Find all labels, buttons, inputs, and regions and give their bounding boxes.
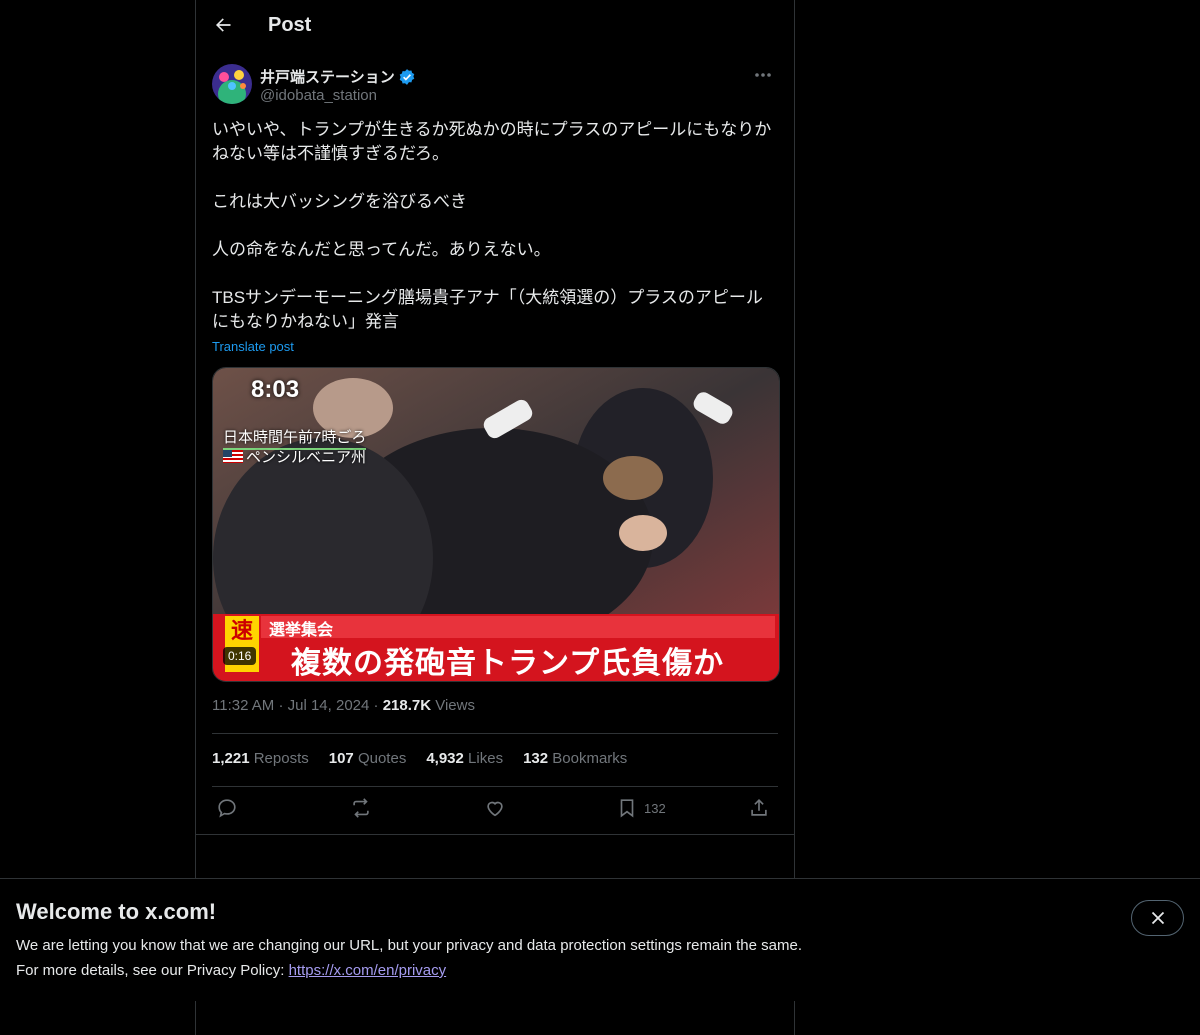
- more-horizontal-icon: [755, 73, 771, 77]
- video-location-text: ペンシルベニア州: [246, 449, 367, 466]
- reply-icon: [218, 799, 236, 818]
- video-location-caption: ペンシルベニア州: [223, 446, 366, 467]
- notice-body: We are letting you know that we are chan…: [16, 937, 802, 954]
- meta-separator: ·: [278, 697, 284, 714]
- post-meta: 11:32 AM · Jul 14, 2024 · 218.7K Views: [212, 697, 475, 714]
- close-icon: [1151, 911, 1164, 925]
- heart-icon: [487, 801, 503, 817]
- post-text: いやいや、トランプが生きるか死ぬかの時にプラスのアピールにもなりかねない等は不謹…: [212, 120, 772, 331]
- back-button[interactable]: [206, 8, 240, 42]
- translate-post-link[interactable]: Translate post: [212, 339, 294, 354]
- author-display-name[interactable]: 井戸端ステーション: [260, 66, 395, 87]
- repost-icon: [353, 798, 369, 818]
- repost-button[interactable]: [350, 797, 372, 819]
- likes-stat[interactable]: 4,932 Likes: [426, 750, 503, 767]
- video-duration-badge: 0:16: [223, 647, 257, 665]
- bookmark-button[interactable]: 132: [616, 797, 666, 819]
- avatar-image: [212, 64, 252, 104]
- quotes-stat[interactable]: 107 Quotes: [329, 750, 407, 767]
- post-actions: 132: [212, 797, 778, 825]
- us-flag-icon: [223, 450, 243, 463]
- reposts-stat[interactable]: 1,221 Reposts: [212, 750, 309, 767]
- bookmarks-stat[interactable]: 132 Bookmarks: [523, 750, 627, 767]
- privacy-policy-link[interactable]: https://x.com/en/privacy: [289, 962, 447, 979]
- bookmark-icon: [620, 799, 634, 818]
- divider: [196, 834, 794, 835]
- close-notice-button[interactable]: [1131, 900, 1184, 936]
- verified-badge-icon: [399, 68, 414, 85]
- bookmark-count: 132: [644, 800, 666, 816]
- meta-separator: ·: [373, 697, 379, 714]
- avatar[interactable]: [212, 64, 252, 104]
- post-author: 井戸端ステーション @idobata_station: [212, 64, 778, 108]
- author-handle[interactable]: @idobata_station: [260, 87, 377, 104]
- notice-title: Welcome to x.com!: [16, 899, 217, 924]
- reply-button[interactable]: [216, 797, 238, 819]
- page-title: Post: [268, 14, 312, 36]
- like-button[interactable]: [484, 797, 506, 819]
- views-label: Views: [435, 697, 475, 714]
- divider: [212, 733, 778, 734]
- video-clock-overlay: 8:03: [251, 376, 300, 403]
- share-icon: [751, 799, 767, 816]
- header: Post: [196, 0, 794, 53]
- notice-privacy-prefix: For more details, see our Privacy Policy…: [16, 962, 289, 979]
- post-video[interactable]: 8:03 日本時間午前7時ごろ ペンシルベニア州 速 選挙集会 複数の発砲音トラ…: [212, 367, 780, 682]
- more-options-button[interactable]: [748, 64, 778, 86]
- post-date[interactable]: Jul 14, 2024: [288, 697, 370, 714]
- views-count: 218.7K: [382, 697, 432, 714]
- divider: [212, 786, 778, 787]
- arrow-left-icon: [216, 18, 231, 32]
- url-change-notice: Welcome to x.com! We are letting you kno…: [0, 878, 1200, 1001]
- post-stats: 1,221 Reposts 107 Quotes 4,932 Likes 132…: [212, 750, 627, 767]
- news-banner-headline: 複数の発砲音トランプ氏負傷か: [291, 647, 725, 680]
- share-button[interactable]: [748, 797, 770, 819]
- post-time[interactable]: 11:32 AM: [212, 697, 274, 714]
- notice-privacy-line: For more details, see our Privacy Policy…: [16, 962, 446, 979]
- news-banner-tag: 選挙集会: [269, 622, 334, 639]
